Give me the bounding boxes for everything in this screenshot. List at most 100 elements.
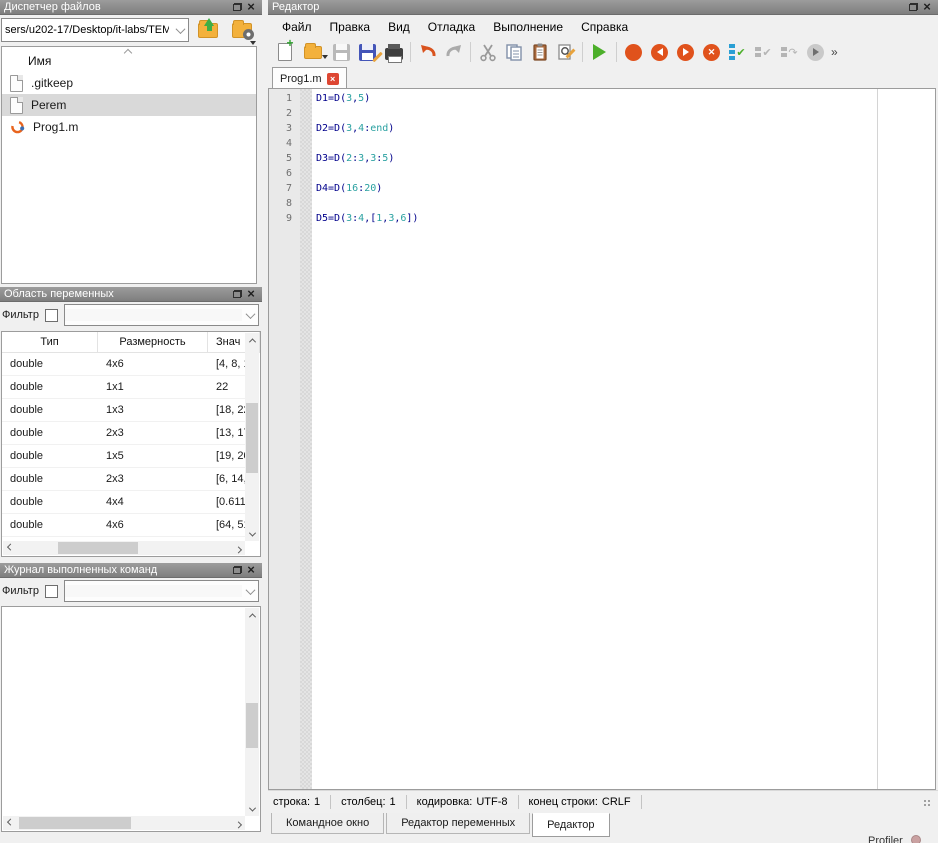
horizontal-scrollbar[interactable] (3, 816, 245, 830)
table-row[interactable]: double 4x6 [4, 8, 12, (2, 353, 246, 376)
file-row[interactable]: .gitkeep (2, 72, 256, 94)
table-row[interactable]: double 1x5 [19, 20, 2 (2, 445, 246, 468)
column-header-type[interactable]: Тип (2, 332, 98, 352)
save-as-button[interactable] (355, 40, 380, 64)
scrollbar-thumb[interactable] (246, 703, 258, 748)
menu-edit[interactable]: Правка (321, 20, 380, 34)
next-breakpoint-button[interactable] (673, 40, 698, 64)
menu-run[interactable]: Выполнение (484, 20, 572, 34)
menu-file[interactable]: Файл (273, 20, 321, 34)
close-panel-button[interactable]: × (244, 1, 258, 13)
filter-combobox[interactable] (64, 304, 259, 326)
undock-button[interactable] (230, 288, 244, 300)
cut-button[interactable] (475, 40, 500, 64)
filter-checkbox[interactable] (45, 585, 58, 598)
scrollbar-thumb[interactable] (246, 403, 258, 473)
filter-input[interactable] (65, 309, 242, 321)
dock-tab[interactable]: Редактор (532, 813, 609, 837)
toggle-breakpoint-button[interactable] (621, 40, 646, 64)
history-command[interactable] (2, 753, 246, 769)
vertical-scrollbar[interactable] (245, 333, 259, 541)
scroll-down-icon[interactable] (245, 802, 259, 816)
undock-button[interactable] (230, 1, 244, 13)
history-command[interactable] (2, 737, 246, 753)
filter-combobox[interactable] (64, 580, 259, 602)
history-command[interactable] (2, 801, 246, 817)
history-command[interactable] (2, 785, 246, 801)
file-row[interactable]: Prog1.m (2, 116, 256, 138)
vertical-scrollbar[interactable] (245, 608, 259, 816)
file-row[interactable]: Perem (2, 94, 256, 116)
run-button[interactable] (587, 40, 612, 64)
horizontal-scrollbar[interactable] (3, 541, 245, 555)
scrollbar-thumb[interactable] (58, 542, 138, 554)
size-grip[interactable] (923, 799, 932, 808)
remove-breakpoints-button[interactable]: ✕ (699, 40, 724, 64)
scroll-right-icon[interactable] (231, 541, 245, 555)
scroll-left-icon[interactable] (3, 541, 17, 555)
close-panel-button[interactable]: × (244, 564, 258, 576)
step-out-icon (781, 47, 787, 57)
column-header-dimension[interactable]: Размерность (98, 332, 208, 352)
folder-up-button[interactable] (193, 17, 223, 43)
scrollbar-thumb[interactable] (19, 817, 131, 829)
toolbar-overflow-button[interactable]: » (831, 45, 838, 59)
find-replace-button[interactable] (553, 40, 578, 64)
close-panel-button[interactable]: × (920, 1, 934, 13)
path-combobox[interactable] (1, 18, 189, 42)
chevron-down-icon[interactable] (242, 581, 258, 601)
scroll-down-icon[interactable] (245, 527, 259, 541)
browse-actions-button[interactable] (227, 17, 257, 43)
open-file-button[interactable] (298, 40, 328, 64)
dock-tab[interactable]: Командное окно (271, 813, 384, 834)
history-command[interactable] (2, 625, 246, 641)
chevron-down-icon[interactable] (172, 19, 188, 41)
history-command[interactable] (2, 689, 246, 705)
undock-button[interactable] (230, 564, 244, 576)
new-script-button[interactable]: + (272, 40, 297, 64)
menu-debug[interactable]: Отладка (419, 20, 484, 34)
history-command[interactable] (2, 641, 246, 657)
path-input[interactable] (2, 24, 172, 36)
undock-button[interactable] (906, 1, 920, 13)
table-row[interactable]: double 4x6 [64, 512, (2, 514, 246, 537)
scroll-up-icon[interactable] (245, 608, 259, 622)
save-button[interactable] (329, 40, 354, 64)
filter-input[interactable] (65, 585, 242, 597)
continue-button[interactable] (803, 40, 828, 64)
code-editor[interactable]: 1 D1=D(3,5) 2 3 D2=D(3,4:end) 4 5 (268, 88, 936, 790)
table-row[interactable]: double 2x3 [6, 14, 26 (2, 468, 246, 491)
step-in-button[interactable]: ✔ (751, 40, 776, 64)
scroll-right-icon[interactable] (231, 816, 245, 830)
history-command[interactable] (2, 657, 246, 673)
history-command[interactable] (2, 705, 246, 721)
step-out-button[interactable]: ↷ (777, 40, 802, 64)
history-command[interactable] (2, 673, 246, 689)
chevron-down-icon[interactable] (242, 305, 258, 325)
history-command[interactable] (2, 721, 246, 737)
menu-view[interactable]: Вид (379, 20, 419, 34)
copy-button[interactable] (501, 40, 526, 64)
history-command[interactable] (2, 609, 246, 625)
redo-button[interactable] (441, 40, 466, 64)
table-row[interactable]: double 1x1 22 (2, 376, 246, 399)
paste-button[interactable] (527, 40, 552, 64)
table-row[interactable]: double 1x3 [18, 22, 2 (2, 399, 246, 422)
file-list[interactable]: Имя .gitkeep (1, 46, 257, 284)
tab-close-icon[interactable]: × (327, 73, 339, 85)
table-row[interactable]: double 2x3 [13, 17, 2 (2, 422, 246, 445)
close-panel-button[interactable]: × (244, 288, 258, 300)
table-row[interactable]: double 4x4 [0.6110, (2, 491, 246, 514)
dock-tab[interactable]: Редактор переменных (386, 813, 530, 834)
history-command[interactable] (2, 769, 246, 785)
scroll-left-icon[interactable] (3, 816, 17, 830)
menu-help[interactable]: Справка (572, 20, 637, 34)
filter-checkbox[interactable] (45, 309, 58, 322)
print-button[interactable] (381, 40, 406, 64)
scroll-up-icon[interactable] (245, 333, 259, 347)
undo-button[interactable] (415, 40, 440, 64)
step-button[interactable]: ✔ (725, 40, 750, 64)
profiler-button[interactable]: Profiler (868, 835, 938, 843)
previous-breakpoint-button[interactable] (647, 40, 672, 64)
editor-tab[interactable]: Prog1.m × (272, 67, 347, 89)
